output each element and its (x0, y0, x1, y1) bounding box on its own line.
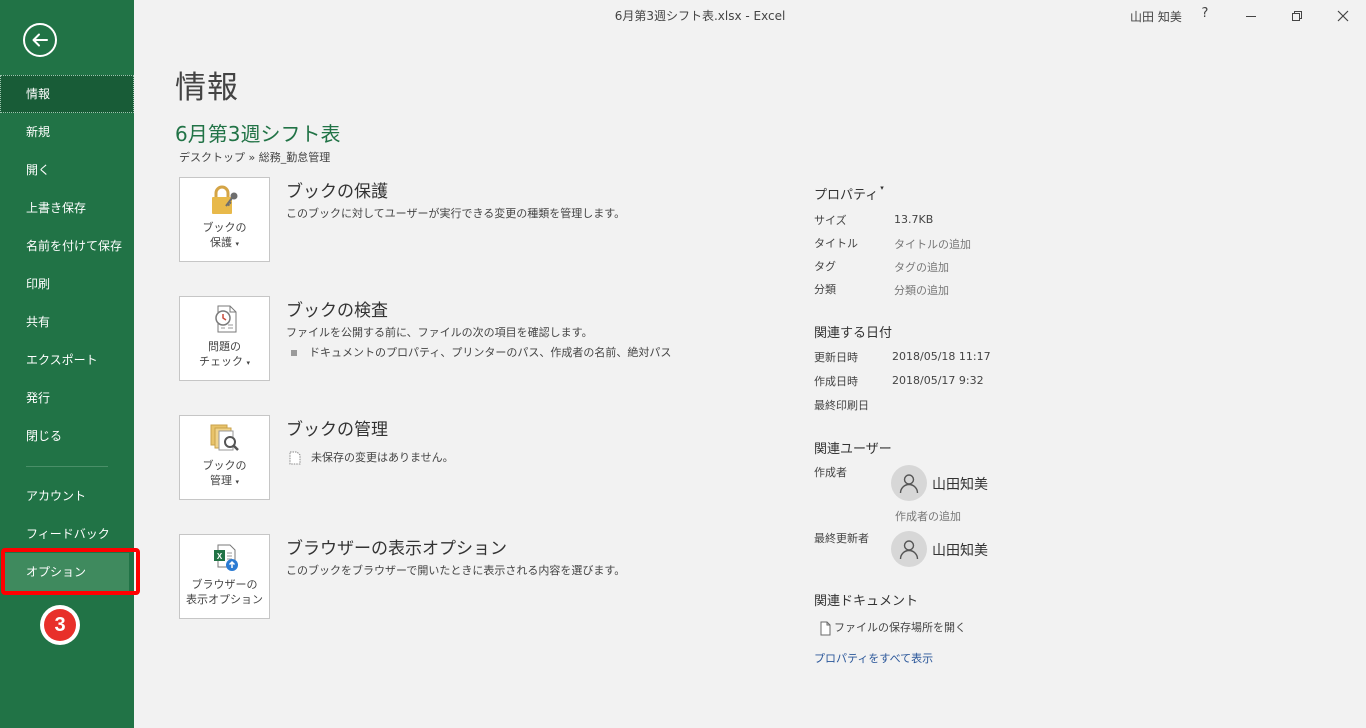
section-description: 未保存の変更はありません。 (289, 449, 454, 465)
document-check-icon (214, 305, 236, 333)
last-modified-avatar[interactable] (891, 531, 927, 567)
browser-view-options-button[interactable]: X ブラウザーの 表示オプション (179, 534, 270, 619)
section-title: ブックの管理 (286, 420, 388, 440)
author-label: 作成者 (814, 466, 847, 479)
dropdown-caret-icon: ▾ (246, 359, 250, 367)
bullet-text: ドキュメントのプロパティ、プリンターのパス、作成者の名前、絶対パス (309, 346, 672, 359)
close-window-button[interactable] (1320, 0, 1366, 32)
tile-label-line1: ブラウザーの (191, 578, 258, 591)
people-header: 関連ユーザー (814, 442, 892, 457)
manage-workbook-button[interactable]: ブックの 管理 ▾ (179, 415, 270, 500)
minimize-icon (1246, 16, 1256, 17)
close-icon (1337, 10, 1349, 22)
author-name[interactable]: 山田知美 (932, 474, 988, 494)
docs-header: 関連ドキュメント (814, 594, 919, 609)
prop-category-input[interactable]: 分類の追加 (894, 282, 949, 298)
tile-label-line2: 表示オプション (186, 593, 263, 606)
tile-label-line2: チェック (198, 355, 243, 368)
tile-label-line1: 問題の (208, 340, 241, 353)
section-description: このブックに対してユーザーが実行できる変更の種類を管理します。 (286, 207, 626, 220)
properties-header[interactable]: プロパティ ▾ (814, 184, 884, 203)
nav-item-new[interactable]: 新規 (0, 113, 134, 151)
document-path[interactable]: デスクトップ » 総務_勤怠管理 (179, 149, 330, 165)
nav-item-print[interactable]: 印刷 (0, 265, 134, 303)
back-button[interactable] (23, 23, 57, 57)
created-value: 2018/05/17 9:32 (892, 374, 984, 387)
prop-size-value: 13.7KB (894, 213, 934, 226)
show-all-properties-link[interactable]: プロパティをすべて表示 (814, 650, 933, 666)
minimize-button[interactable] (1228, 0, 1274, 32)
person-icon (899, 474, 919, 494)
document-icon (289, 451, 301, 465)
document-icon (820, 621, 831, 635)
nav-divider (26, 466, 108, 467)
properties-header-label: プロパティ (814, 188, 879, 203)
dropdown-caret-icon: ▾ (235, 240, 239, 248)
step-number: 3 (44, 609, 76, 641)
backstage-sidebar: 情報 新規 開く 上書き保存 名前を付けて保存 印刷 共有 エクスポート 発行 … (0, 0, 140, 728)
nav-item-open[interactable]: 開く (0, 151, 134, 189)
excel-globe-icon: X (213, 544, 238, 571)
prop-title-input[interactable]: タイトルの追加 (894, 236, 971, 252)
backstage-nav: 情報 新規 開く 上書き保存 名前を付けて保存 印刷 共有 エクスポート 発行 … (0, 75, 134, 455)
bullet-square-icon (291, 350, 297, 356)
dropdown-caret-icon: ▾ (235, 478, 239, 486)
nav-item-save-as[interactable]: 名前を付けて保存 (0, 227, 134, 265)
protect-workbook-button[interactable]: ブックの 保護 ▾ (179, 177, 270, 262)
nav-item-share[interactable]: 共有 (0, 303, 134, 341)
prop-size-label: サイズ (814, 214, 847, 227)
page-title: 情報 (175, 70, 239, 106)
section-title: ブックの保護 (286, 182, 388, 202)
no-unsaved-changes-text: 未保存の変更はありません。 (311, 451, 454, 464)
tile-label-line1: ブックの (202, 221, 247, 234)
nav-item-account[interactable]: アカウント (0, 477, 134, 515)
prop-title-label: タイトル (814, 237, 858, 250)
prop-tag-input[interactable]: タグの追加 (894, 259, 949, 275)
signed-in-user[interactable]: 山田 知美 (1130, 8, 1182, 25)
section-description: ファイルを公開する前に、ファイルの次の項目を確認します。 (286, 326, 593, 339)
modified-label: 更新日時 (814, 351, 858, 364)
dropdown-caret-icon: ▾ (880, 184, 884, 192)
section-title: ブックの検査 (286, 301, 388, 321)
nav-item-close[interactable]: 閉じる (0, 417, 134, 455)
nav-item-feedback[interactable]: フィードバック (0, 515, 134, 553)
backstage-nav-lower: アカウント フィードバック オプション (0, 477, 134, 591)
tile-label-line2: 保護 (209, 236, 232, 249)
restore-icon (1292, 11, 1302, 21)
nav-item-save[interactable]: 上書き保存 (0, 189, 134, 227)
nav-item-publish[interactable]: 発行 (0, 379, 134, 417)
help-button[interactable]: ? (1196, 6, 1214, 26)
tile-label-line2: 管理 (209, 474, 232, 487)
documents-search-icon (210, 424, 239, 451)
prop-category-label: 分類 (814, 283, 836, 296)
restore-button[interactable] (1274, 0, 1320, 32)
svg-text:X: X (216, 552, 222, 561)
last-modified-by-name[interactable]: 山田知美 (932, 540, 988, 560)
nav-item-export[interactable]: エクスポート (0, 341, 134, 379)
check-for-issues-button[interactable]: 問題の チェック ▾ (179, 296, 270, 381)
step-number-badge: 3 (40, 605, 80, 645)
lock-key-icon (211, 185, 237, 214)
person-icon (899, 540, 919, 560)
tile-label-line1: ブックの (202, 459, 247, 472)
prop-tag-label: タグ (814, 260, 836, 273)
open-file-location-button[interactable]: ファイルの保存場所を開く (820, 619, 966, 636)
section-bullet: ドキュメントのプロパティ、プリンターのパス、作成者の名前、絶対パス (291, 344, 671, 360)
author-avatar[interactable] (891, 465, 927, 501)
arrow-left-icon (32, 33, 48, 47)
document-title: 6月第3週シフト表 (175, 122, 341, 146)
open-file-location-label: ファイルの保存場所を開く (834, 621, 966, 634)
section-description: このブックをブラウザーで開いたときに表示される内容を選びます。 (286, 564, 626, 577)
created-label: 作成日時 (814, 375, 858, 388)
nav-item-options[interactable]: オプション (5, 553, 129, 591)
add-author-input[interactable]: 作成者の追加 (895, 508, 961, 524)
last-modified-by-label: 最終更新者 (814, 532, 869, 545)
nav-item-info[interactable]: 情報 (0, 75, 134, 113)
section-title: ブラウザーの表示オプション (286, 539, 507, 559)
modified-value: 2018/05/18 11:17 (892, 350, 991, 363)
printed-label: 最終印刷日 (814, 399, 869, 412)
dates-header: 関連する日付 (814, 326, 893, 341)
